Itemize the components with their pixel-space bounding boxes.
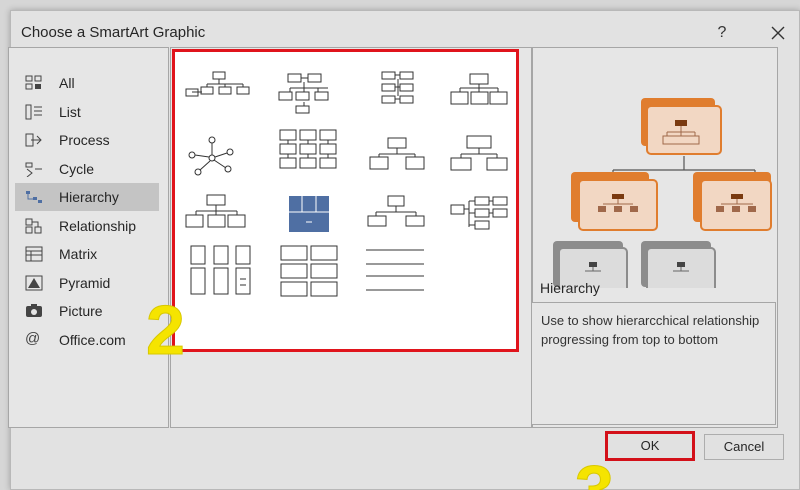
layout-horizontal-hierarchy[interactable] [180, 188, 258, 244]
category-label: Office.com [59, 332, 126, 348]
category-label: Hierarchy [59, 189, 119, 205]
grid-list-icon [280, 245, 338, 297]
layout-hierarchy[interactable] [443, 62, 521, 118]
list-icon [25, 104, 42, 120]
process-icon [25, 133, 42, 147]
layout-lined-list[interactable] [443, 188, 521, 244]
category-list-item[interactable]: List [15, 98, 159, 126]
matrix-icon [25, 246, 43, 262]
lined-list-icon [450, 196, 508, 230]
layout-table-hierarchy[interactable] [270, 122, 348, 178]
layout-hierarchy-list[interactable] [360, 188, 438, 244]
picture-icon [26, 304, 42, 317]
name-title-org-chart-icon [278, 73, 329, 114]
layout-selected-organization[interactable] [270, 188, 348, 244]
radial-cluster-icon [188, 136, 234, 176]
category-office-com[interactable]: @ Office.com [15, 326, 159, 354]
step-3-annotation: 3 [575, 455, 614, 490]
step-2-annotation: 2 [146, 291, 186, 369]
category-label: Picture [59, 303, 103, 319]
layout-radial-cluster[interactable] [180, 130, 258, 186]
category-label: List [59, 104, 81, 120]
horizontal-hierarchy-icon [185, 194, 246, 228]
category-cycle[interactable]: Cycle [15, 155, 159, 183]
category-label: All [59, 75, 75, 91]
cancel-button[interactable]: Cancel [704, 434, 784, 460]
layout-org-chart[interactable] [180, 62, 258, 118]
category-label: Pyramid [59, 275, 111, 291]
category-label: Relationship [59, 218, 137, 234]
preview-title: Hierarchy [540, 280, 600, 296]
category-pyramid[interactable]: Pyramid [15, 269, 159, 297]
help-button[interactable]: ? [707, 19, 737, 47]
category-label: Cycle [59, 161, 95, 177]
layout-gallery [172, 49, 519, 352]
category-label: Matrix [59, 246, 98, 262]
pyramid-icon [25, 275, 43, 291]
category-matrix[interactable]: Matrix [15, 240, 159, 268]
half-circle-org-chart-icon [381, 71, 414, 104]
all-icon [25, 75, 42, 90]
hierarchy-icon [26, 191, 42, 203]
layout-line-list[interactable] [360, 244, 438, 300]
vertical-box-list-icon [190, 245, 251, 295]
cycle-icon [25, 162, 42, 177]
category-list: All List Process Cycle Hierarchy Relatio… [8, 47, 169, 428]
ok-button[interactable]: OK [605, 431, 695, 461]
table-hierarchy-icon [279, 129, 337, 169]
horizontal-org-chart-icon [369, 137, 425, 170]
line-list-icon [366, 249, 424, 291]
org-chart-icon [185, 71, 250, 97]
layout-half-circle-org-chart[interactable] [360, 62, 438, 118]
close-button[interactable] [763, 19, 793, 47]
preview-description: Use to show hierarcchical relationship p… [541, 313, 760, 347]
layout-vertical-box-list[interactable] [180, 244, 258, 300]
relationship-icon [25, 218, 42, 234]
selected-layout-icon [289, 196, 329, 232]
hierarchy-list-icon [367, 195, 425, 227]
category-relationship[interactable]: Relationship [15, 212, 159, 240]
hierarchy-preview-graphic [553, 98, 772, 288]
preview-description-box: Use to show hierarcchical relationship p… [531, 302, 776, 425]
dialog-title: Choose a SmartArt Graphic [21, 24, 206, 41]
office-com-icon: @ [25, 330, 41, 347]
category-process[interactable]: Process [15, 126, 159, 154]
layout-horizontal-org-chart[interactable] [360, 130, 438, 186]
category-picture[interactable]: Picture [15, 297, 159, 325]
layout-labeled-hierarchy[interactable] [443, 126, 521, 182]
close-icon [771, 26, 785, 40]
category-hierarchy[interactable]: Hierarchy [15, 183, 159, 211]
category-all[interactable]: All [15, 69, 159, 97]
layout-grid-list[interactable] [270, 244, 348, 300]
category-label: Process [59, 132, 110, 148]
layout-name-title-org-chart[interactable] [270, 62, 348, 118]
labeled-hierarchy-icon [450, 135, 508, 171]
hierarchy-layout-icon [450, 73, 508, 105]
